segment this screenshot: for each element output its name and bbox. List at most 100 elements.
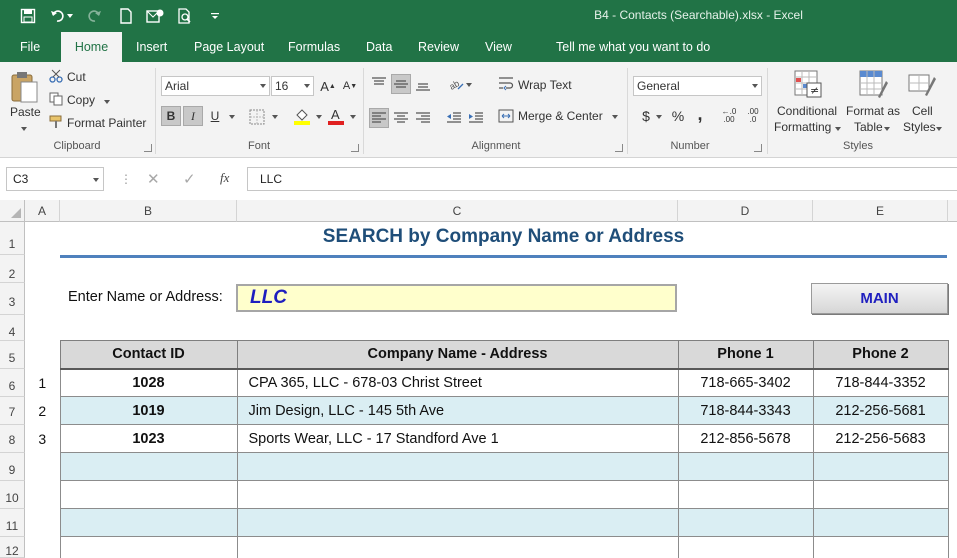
align-right-icon[interactable] [413,108,433,128]
alignment-launcher-icon[interactable] [615,144,623,152]
row-index[interactable] [25,536,60,558]
align-middle-icon[interactable] [391,74,411,94]
row-index[interactable]: 3 [25,424,60,453]
header-phone-1[interactable]: Phone 1 [677,340,814,370]
header-contact-id[interactable]: Contact ID [59,340,238,370]
number-launcher-icon[interactable] [754,144,762,152]
row-header-12[interactable]: 12 [0,537,25,558]
row-index[interactable]: 1 [25,368,60,397]
tab-view[interactable]: View [473,32,524,62]
borders-icon[interactable] [248,108,266,126]
orientation-icon[interactable]: ab [446,74,466,94]
paste-icon[interactable] [8,70,40,104]
column-header-c[interactable]: C [237,200,678,222]
row-index[interactable]: 2 [25,396,60,425]
column-header-a[interactable]: A [25,200,60,222]
contact-id-cell[interactable] [59,508,238,537]
format-as-table-icon[interactable] [857,68,889,100]
phone-2-cell[interactable]: 718-844-3352 [812,368,949,397]
comma-style-button[interactable]: , [690,104,710,124]
font-color-icon[interactable]: A [326,106,346,126]
contact-id-cell[interactable] [59,536,238,558]
currency-dropdown-icon[interactable] [656,115,662,119]
phone-2-cell[interactable] [812,452,949,481]
borders-dropdown-icon[interactable] [272,115,278,119]
contact-id-cell[interactable]: 1028 [59,368,238,397]
header-phone-2[interactable]: Phone 2 [812,340,949,370]
row-index[interactable] [25,480,60,509]
company-cell[interactable] [236,480,679,509]
column-header-b[interactable]: B [60,200,237,222]
phone-1-cell[interactable]: 212-856-5678 [677,424,814,453]
merge-center-button[interactable]: Merge & Center [518,109,603,123]
font-launcher-icon[interactable] [351,144,359,152]
tab-insert[interactable]: Insert [124,32,179,62]
row-header-5[interactable]: 5 [0,341,25,369]
phone-2-cell[interactable]: 212-256-5683 [812,424,949,453]
fill-color-dropdown-icon[interactable] [316,115,322,119]
format-as-table-label-1[interactable]: Format as [846,104,900,118]
row-header-1[interactable]: 1 [0,222,25,255]
copy-button[interactable]: Copy [67,93,95,107]
clipboard-launcher-icon[interactable] [144,144,152,152]
format-as-table-dropdown-icon[interactable] [884,127,890,131]
insert-function-icon[interactable]: fx [220,170,229,186]
phone-1-cell[interactable] [677,536,814,558]
bold-button[interactable]: B [161,106,181,126]
conditional-formatting-label-2[interactable]: Formatting [774,120,831,134]
phone-1-cell[interactable]: 718-665-3402 [677,368,814,397]
company-cell[interactable] [236,536,679,558]
align-top-icon[interactable] [369,74,389,94]
company-cell[interactable]: Sports Wear, LLC - 17 Standford Ave 1 [236,424,679,453]
format-painter-button[interactable]: Format Painter [67,116,146,130]
tell-me-search[interactable]: Tell me what you want to do [544,32,722,62]
font-size-select[interactable]: 16 [271,76,314,96]
column-header-d[interactable]: D [678,200,813,222]
decrease-decimal-button[interactable]: .00.0 [742,106,764,126]
tab-home[interactable]: Home [61,32,122,62]
phone-1-cell[interactable]: 718-844-3343 [677,396,814,425]
wrap-text-button[interactable]: Wrap Text [518,78,572,92]
decrease-indent-icon[interactable] [444,108,464,128]
align-bottom-icon[interactable] [413,74,433,94]
underline-button[interactable]: U [205,106,225,126]
merge-center-icon[interactable] [498,108,514,124]
cell-styles-label-1[interactable]: Cell [912,104,933,118]
header-company[interactable]: Company Name - Address [236,340,679,370]
underline-dropdown-icon[interactable] [229,115,235,119]
contact-id-cell[interactable]: 1023 [59,424,238,453]
row-header-2[interactable]: 2 [0,255,25,283]
contact-id-cell[interactable] [59,480,238,509]
cell-styles-icon[interactable] [906,68,938,100]
font-color-dropdown-icon[interactable] [350,115,356,119]
company-cell[interactable]: Jim Design, LLC - 145 5th Ave [236,396,679,425]
contact-id-cell[interactable] [59,452,238,481]
conditional-formatting-label-1[interactable]: Conditional [777,104,837,118]
cell-styles-dropdown-icon[interactable] [936,127,942,131]
percent-format-button[interactable]: % [668,106,688,126]
formula-input[interactable]: LLC [247,167,957,191]
shrink-font-button[interactable]: A ▼ [340,76,360,96]
company-cell[interactable]: CPA 365, LLC - 678-03 Christ Street [236,368,679,397]
copy-icon[interactable] [48,91,64,107]
main-button[interactable]: MAIN [811,283,948,314]
cut-button[interactable]: Cut [67,70,86,84]
currency-format-button[interactable]: $ [636,106,656,126]
tab-review[interactable]: Review [406,32,471,62]
cut-icon[interactable] [48,68,64,84]
phone-1-cell[interactable] [677,480,814,509]
copy-dropdown-icon[interactable] [104,100,110,104]
tab-file[interactable]: File [8,32,52,62]
row-header-11[interactable]: 11 [0,509,25,537]
phone-2-cell[interactable] [812,536,949,558]
name-box[interactable]: C3 [6,167,104,191]
increase-indent-icon[interactable] [466,108,486,128]
row-index[interactable] [25,452,60,481]
format-as-table-label-2[interactable]: Table [854,120,883,134]
paste-label[interactable]: Paste [10,105,41,119]
row-header-6[interactable]: 6 [0,369,25,397]
row-header-7[interactable]: 7 [0,397,25,425]
row-header-8[interactable]: 8 [0,425,25,453]
contact-id-cell[interactable]: 1019 [59,396,238,425]
column-header-e[interactable]: E [813,200,948,222]
